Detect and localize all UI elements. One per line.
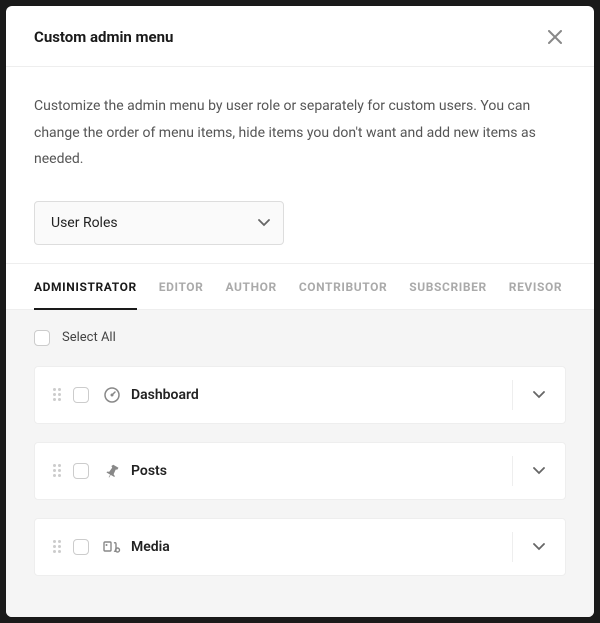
item-checkbox[interactable] <box>73 387 89 403</box>
drag-handle-icon[interactable] <box>53 540 61 553</box>
menu-item-media: Media <box>34 518 566 576</box>
chevron-down-icon <box>533 467 545 475</box>
select-all-checkbox[interactable] <box>34 330 50 346</box>
item-checkbox[interactable] <box>73 539 89 555</box>
scope-select-wrap: User Roles <box>34 201 284 245</box>
expand-button[interactable] <box>527 461 551 481</box>
divider <box>512 456 513 486</box>
item-label: Posts <box>131 463 502 479</box>
role-tabs: ADMINISTRATOR EDITOR AUTHOR CONTRIBUTOR … <box>6 263 594 310</box>
tab-subscriber[interactable]: SUBSCRIBER <box>409 264 487 310</box>
select-all-label: Select All <box>62 330 116 345</box>
tab-revisor[interactable]: REVISOR <box>509 264 562 310</box>
close-icon <box>548 30 562 44</box>
expand-button[interactable] <box>527 537 551 557</box>
scope-select[interactable]: User Roles <box>34 201 284 245</box>
menu-item-dashboard: Dashboard <box>34 366 566 424</box>
description-text: Customize the admin menu by user role or… <box>34 93 566 173</box>
tab-author[interactable]: AUTHOR <box>225 264 276 310</box>
drag-handle-icon[interactable] <box>53 388 61 401</box>
drag-handle-icon[interactable] <box>53 464 61 477</box>
media-icon <box>103 538 121 556</box>
divider <box>512 380 513 410</box>
item-label: Dashboard <box>131 387 502 403</box>
expand-button[interactable] <box>527 385 551 405</box>
modal-body: Customize the admin menu by user role or… <box>6 67 594 263</box>
chevron-down-icon <box>533 543 545 551</box>
menu-item-posts: Posts <box>34 442 566 500</box>
custom-admin-menu-modal: Custom admin menu Customize the admin me… <box>6 6 594 617</box>
chevron-down-icon <box>533 391 545 399</box>
item-checkbox[interactable] <box>73 463 89 479</box>
item-label: Media <box>131 539 502 555</box>
modal-title: Custom admin menu <box>34 28 173 46</box>
tab-editor[interactable]: EDITOR <box>159 264 204 310</box>
menu-items-section: Select All Dashboard <box>6 310 594 617</box>
divider <box>512 532 513 562</box>
select-all-row[interactable]: Select All <box>34 330 566 346</box>
tab-administrator[interactable]: ADMINISTRATOR <box>34 264 137 310</box>
pin-icon <box>103 462 121 480</box>
tab-contributor[interactable]: CONTRIBUTOR <box>299 264 387 310</box>
modal-header: Custom admin menu <box>6 6 594 67</box>
scope-select-value: User Roles <box>51 215 118 231</box>
close-button[interactable] <box>544 26 566 48</box>
dashboard-icon <box>103 386 121 404</box>
